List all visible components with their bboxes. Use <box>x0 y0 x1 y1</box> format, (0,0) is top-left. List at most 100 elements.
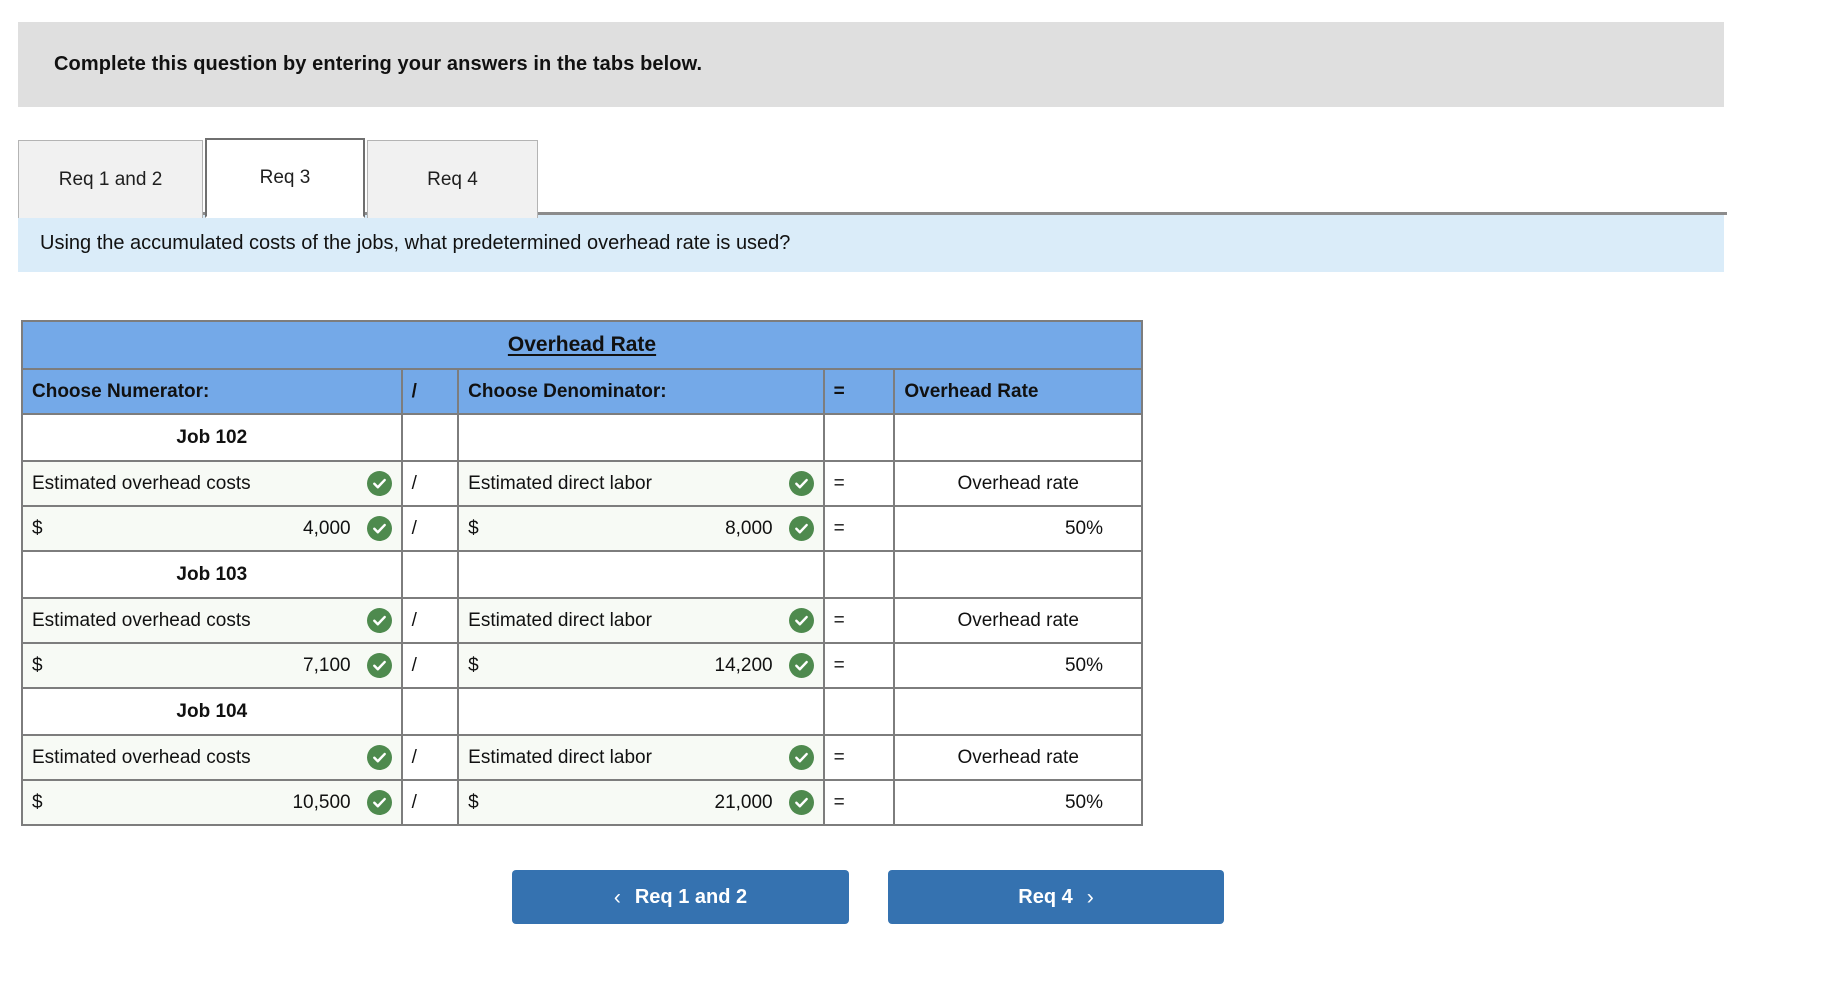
question-text: Using the accumulated costs of the jobs,… <box>40 232 791 254</box>
header-slash: / <box>400 368 460 415</box>
denominator-amount: 14,200 <box>714 654 773 676</box>
numerator-select[interactable]: Estimated overhead costs <box>21 597 403 644</box>
table-header-row: Choose Numerator: / Choose Denominator: … <box>21 368 1143 415</box>
job-row-rate-cell <box>893 550 1143 599</box>
denominator-select[interactable]: Estimated direct labor <box>457 734 825 781</box>
job-row-equals-cell <box>822 550 896 599</box>
numerator-label: Estimated overhead costs <box>32 746 251 768</box>
table-row: $ 4,000 / $ 8,000 = 50% <box>21 505 1143 552</box>
numerator-label: Estimated overhead costs <box>32 609 251 631</box>
check-circle-icon <box>366 653 392 678</box>
slash-cell: / <box>400 505 460 552</box>
rate-label-cell: Overhead rate <box>893 734 1143 781</box>
currency-symbol: $ <box>32 517 43 539</box>
slash-cell: / <box>400 734 460 781</box>
check-circle-icon <box>366 745 392 770</box>
currency-symbol: $ <box>32 654 43 676</box>
job-row-equals-cell <box>822 413 896 462</box>
equals-cell: = <box>822 460 896 507</box>
slash-cell: / <box>400 597 460 644</box>
job-row-rate-cell <box>893 687 1143 736</box>
numerator-label: Estimated overhead costs <box>32 472 251 494</box>
denominator-select[interactable]: Estimated direct labor <box>457 460 825 507</box>
numerator-amount: 10,500 <box>292 791 351 813</box>
tab-req-1-and-2[interactable]: Req 1 and 2 <box>18 140 203 218</box>
chevron-left-icon: ‹ <box>613 885 621 909</box>
overhead-rate-value: 50% <box>893 642 1143 689</box>
rate-label-cell: Overhead rate <box>893 460 1143 507</box>
equals-cell: = <box>822 597 896 644</box>
job-label-row: Job 103 <box>21 550 1143 599</box>
tab-strip: Req 1 and 2 Req 3 Req 4 <box>18 138 1727 218</box>
table-title: Overhead Rate <box>21 320 1143 370</box>
currency-symbol: $ <box>468 517 479 539</box>
check-circle-icon <box>366 608 392 633</box>
job-row-denominator-cell <box>457 687 825 736</box>
next-req-label: Req 4 <box>1018 885 1073 908</box>
denominator-amount-field[interactable]: $ 8,000 <box>457 505 825 552</box>
job-row-slash-cell <box>400 550 460 599</box>
tab-req-3[interactable]: Req 3 <box>205 138 365 218</box>
job-row-denominator-cell <box>457 413 825 462</box>
next-req-button[interactable]: Req 4 › <box>888 870 1224 924</box>
equals-cell: = <box>822 779 896 826</box>
question-banner: Using the accumulated costs of the jobs,… <box>18 215 1724 272</box>
header-overhead-rate: Overhead Rate <box>893 368 1143 415</box>
overhead-rate-table: Overhead Rate Choose Numerator: / Choose… <box>21 320 1143 826</box>
tab-label: Req 3 <box>259 167 311 188</box>
numerator-amount-field[interactable]: $ 4,000 <box>21 505 403 552</box>
tab-label: Req 1 and 2 <box>58 168 163 190</box>
job-row-equals-cell <box>822 687 896 736</box>
equals-cell: = <box>822 642 896 689</box>
denominator-label: Estimated direct labor <box>468 609 652 631</box>
denominator-amount-field[interactable]: $ 14,200 <box>457 642 825 689</box>
tab-label: Req 4 <box>427 168 478 190</box>
currency-symbol: $ <box>468 791 479 813</box>
chevron-right-icon: › <box>1086 885 1094 909</box>
equals-cell: = <box>822 505 896 552</box>
check-circle-icon <box>788 516 814 541</box>
denominator-amount: 8,000 <box>725 517 773 539</box>
job-name: Job 104 <box>21 687 403 736</box>
check-circle-icon <box>366 471 392 496</box>
instruction-text: Complete this question by entering your … <box>54 53 703 75</box>
job-label-row: Job 104 <box>21 687 1143 736</box>
prev-req-label: Req 1 and 2 <box>634 885 748 908</box>
rate-label-cell: Overhead rate <box>893 597 1143 644</box>
check-circle-icon <box>788 653 814 678</box>
denominator-select[interactable]: Estimated direct labor <box>457 597 825 644</box>
prev-req-button[interactable]: ‹ Req 1 and 2 <box>512 870 849 924</box>
check-circle-icon <box>788 790 814 815</box>
numerator-amount-field[interactable]: $ 7,100 <box>21 642 403 689</box>
overhead-rate-value: 50% <box>893 505 1143 552</box>
job-label-row: Job 102 <box>21 413 1143 462</box>
overhead-rate-value: 50% <box>893 779 1143 826</box>
header-denominator: Choose Denominator: <box>457 368 825 415</box>
tab-req-4[interactable]: Req 4 <box>367 140 538 218</box>
numerator-amount: 4,000 <box>303 517 351 539</box>
job-name: Job 102 <box>21 413 403 462</box>
job-row-slash-cell <box>400 413 460 462</box>
job-row-slash-cell <box>400 687 460 736</box>
table-title-row: Overhead Rate <box>21 320 1143 370</box>
denominator-amount-field[interactable]: $ 21,000 <box>457 779 825 826</box>
table-row: Estimated overhead costs / Estimated dir… <box>21 460 1143 507</box>
numerator-amount-field[interactable]: $ 10,500 <box>21 779 403 826</box>
numerator-amount: 7,100 <box>303 654 351 676</box>
check-circle-icon <box>788 608 814 633</box>
currency-symbol: $ <box>32 791 43 813</box>
numerator-select[interactable]: Estimated overhead costs <box>21 460 403 507</box>
table-row: Estimated overhead costs / Estimated dir… <box>21 734 1143 781</box>
table-row: $ 7,100 / $ 14,200 = 50% <box>21 642 1143 689</box>
denominator-amount: 21,000 <box>714 791 773 813</box>
table-row: Estimated overhead costs / Estimated dir… <box>21 597 1143 644</box>
job-row-rate-cell <box>893 413 1143 462</box>
numerator-select[interactable]: Estimated overhead costs <box>21 734 403 781</box>
job-row-denominator-cell <box>457 550 825 599</box>
table-row: $ 10,500 / $ 21,000 = 50% <box>21 779 1143 826</box>
header-numerator: Choose Numerator: <box>21 368 403 415</box>
check-circle-icon <box>366 790 392 815</box>
instruction-bar: Complete this question by entering your … <box>18 22 1724 107</box>
slash-cell: / <box>400 779 460 826</box>
header-equals: = <box>822 368 896 415</box>
